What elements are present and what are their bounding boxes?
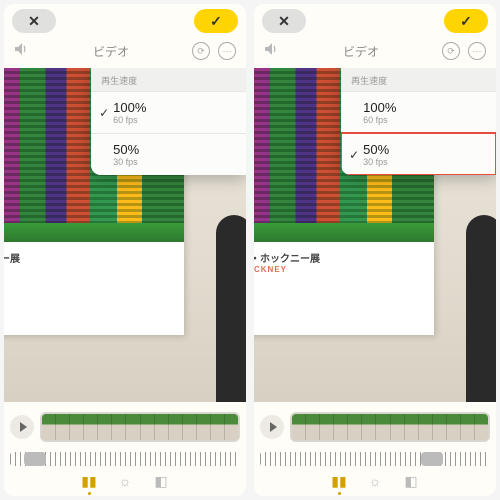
playback-speed-popup: 再生速度 ✓ 100% 60 fps 50% 30 fps bbox=[91, 68, 246, 175]
poster-title-jp: ッド・ホックニー展 bbox=[254, 250, 428, 265]
speed-fps: 60 fps bbox=[113, 115, 236, 125]
volume-icon[interactable] bbox=[14, 42, 30, 61]
skateboard-object bbox=[466, 215, 496, 402]
speed-ruler[interactable] bbox=[260, 452, 490, 466]
checkmark-icon: ✓ bbox=[345, 148, 363, 162]
speed-fps: 30 fps bbox=[363, 157, 486, 167]
volume-icon[interactable] bbox=[264, 42, 280, 61]
popup-header: 再生速度 bbox=[341, 68, 496, 91]
check-icon: ✓ bbox=[460, 13, 472, 30]
speed-ruler[interactable] bbox=[10, 452, 240, 466]
close-button[interactable]: ✕ bbox=[262, 9, 306, 33]
skateboard-object bbox=[216, 215, 246, 402]
close-icon: ✕ bbox=[28, 13, 40, 30]
speed-option-50[interactable]: ✓ 50% 30 fps bbox=[341, 133, 496, 175]
speed-percent: 100% bbox=[363, 100, 486, 115]
video-viewport[interactable]: ッド・ホックニー展 D HOCKNEY 再生速度 100% 60 fps ✓ 5… bbox=[254, 68, 496, 402]
speed-option-100[interactable]: 100% 60 fps bbox=[341, 91, 496, 133]
timeline bbox=[4, 402, 246, 450]
tool-adjust-icon[interactable]: ☼ bbox=[116, 472, 134, 490]
tool-video-icon[interactable]: ▮▮ bbox=[330, 472, 348, 490]
speed-fps: 60 fps bbox=[363, 115, 486, 125]
timer-icon[interactable]: ⟳ bbox=[192, 42, 210, 60]
confirm-button[interactable]: ✓ bbox=[194, 9, 238, 33]
more-icon[interactable]: ⋯ bbox=[468, 42, 486, 60]
poster-title-jp: クニー展 bbox=[4, 250, 178, 265]
speed-percent: 100% bbox=[113, 100, 236, 115]
playback-speed-popup: 再生速度 100% 60 fps ✓ 50% 30 fps bbox=[341, 68, 496, 175]
speed-option-50[interactable]: 50% 30 fps bbox=[91, 133, 246, 175]
check-icon: ✓ bbox=[210, 13, 222, 30]
tool-filter-icon[interactable]: ◧ bbox=[402, 472, 420, 490]
tab-video[interactable]: ビデオ bbox=[343, 43, 379, 60]
speed-percent: 50% bbox=[113, 142, 236, 157]
tool-filter-icon[interactable]: ◧ bbox=[152, 472, 170, 490]
video-viewport[interactable]: クニー展 再生速度 ✓ 100% 60 fps 50% 30 fps bbox=[4, 68, 246, 402]
ruler-knob[interactable] bbox=[421, 452, 443, 466]
play-button[interactable] bbox=[10, 415, 34, 439]
more-icon[interactable]: ⋯ bbox=[218, 42, 236, 60]
play-icon bbox=[270, 422, 277, 432]
speed-fps: 30 fps bbox=[113, 157, 236, 167]
timeline-strip[interactable] bbox=[290, 412, 490, 442]
ruler-knob[interactable] bbox=[24, 452, 46, 466]
timeline bbox=[254, 402, 496, 450]
play-icon bbox=[20, 422, 27, 432]
tool-adjust-icon[interactable]: ☼ bbox=[366, 472, 384, 490]
tool-video-icon[interactable]: ▮▮ bbox=[80, 472, 98, 490]
speed-option-100[interactable]: ✓ 100% 60 fps bbox=[91, 91, 246, 133]
timer-icon[interactable]: ⟳ bbox=[442, 42, 460, 60]
poster-title-en: D HOCKNEY bbox=[254, 265, 428, 274]
tab-video[interactable]: ビデオ bbox=[93, 43, 129, 60]
speed-percent: 50% bbox=[363, 142, 486, 157]
close-button[interactable]: ✕ bbox=[12, 9, 56, 33]
popup-header: 再生速度 bbox=[91, 68, 246, 91]
close-icon: ✕ bbox=[278, 13, 290, 30]
timeline-strip[interactable] bbox=[40, 412, 240, 442]
play-button[interactable] bbox=[260, 415, 284, 439]
checkmark-icon: ✓ bbox=[95, 106, 113, 120]
confirm-button[interactable]: ✓ bbox=[444, 9, 488, 33]
